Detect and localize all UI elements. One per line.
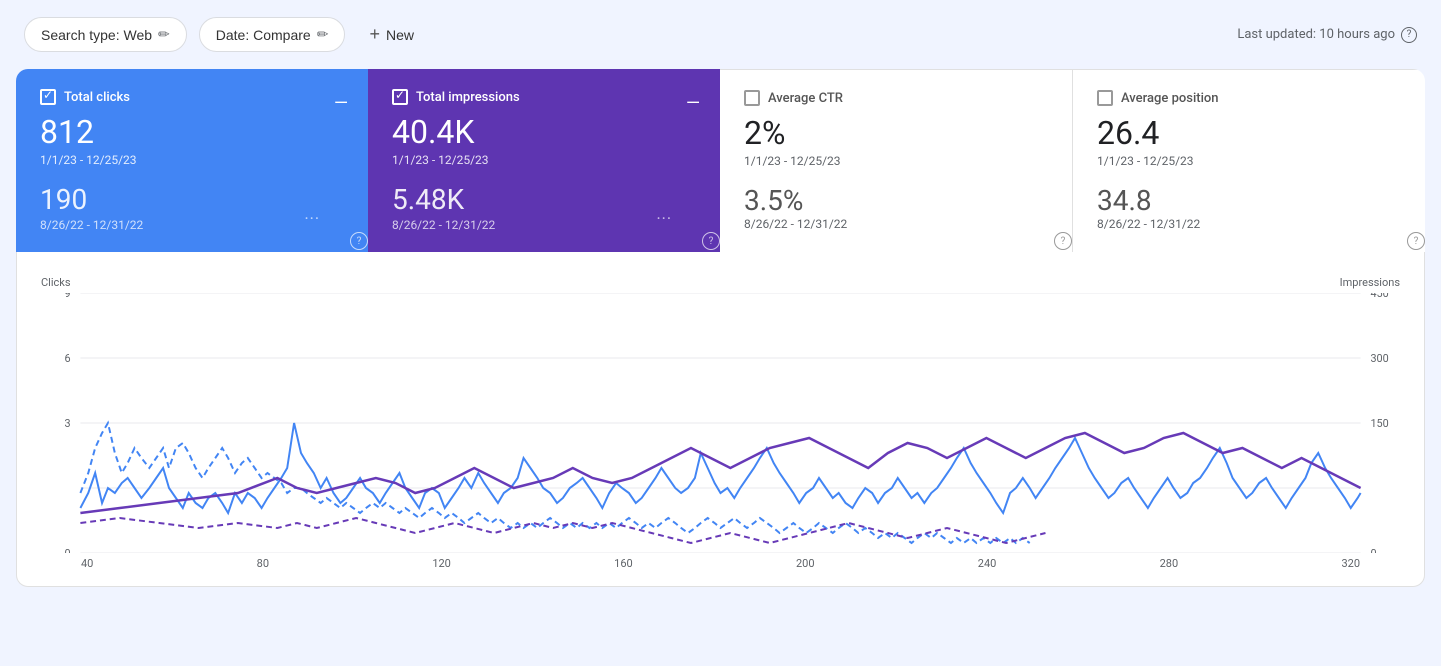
chart-area: 9 6 3 0 450 300 150 0 [41, 293, 1400, 553]
metric-dash-clicks[interactable]: — [334, 93, 348, 114]
last-updated-text: Last updated: 10 hours ago [1237, 27, 1395, 42]
svg-text:450: 450 [1370, 293, 1388, 300]
metric-value2-position: 34.8 [1097, 184, 1200, 217]
metric-date-clicks: 1/1/23 - 12/25/23 [40, 153, 344, 167]
metric-value-position: 26.4 [1097, 114, 1401, 152]
x-label-80: 80 [257, 557, 269, 570]
metric-date-position: 1/1/23 - 12/25/23 [1097, 154, 1401, 168]
svg-text:0: 0 [1370, 547, 1376, 553]
impressions-line-dashed [80, 518, 1045, 543]
x-axis-labels: 40 80 120 160 200 240 280 320 [41, 553, 1400, 570]
edit-icon: ✏ [317, 26, 329, 43]
metric-date2-position: 8/26/22 - 12/31/22 [1097, 217, 1200, 231]
checkbox-clicks[interactable] [40, 89, 56, 105]
x-label-320: 320 [1341, 557, 1360, 570]
new-button[interactable]: + New [357, 16, 426, 53]
metric-date2-ctr: 8/26/22 - 12/31/22 [744, 217, 847, 231]
svg-text:0: 0 [64, 547, 70, 553]
help-icon[interactable]: ? [1401, 27, 1417, 43]
x-label-120: 120 [432, 557, 451, 570]
chart-svg: 9 6 3 0 450 300 150 0 [41, 293, 1400, 553]
x-label-280: 280 [1160, 557, 1179, 570]
chart-container: Clicks Impressions 9 6 3 0 450 300 150 0 [16, 252, 1425, 587]
svg-text:300: 300 [1370, 352, 1388, 365]
metric-label-impressions: Total impressions [416, 90, 520, 105]
svg-text:9: 9 [64, 293, 70, 300]
metric-label-clicks: Total clicks [64, 90, 130, 105]
impressions-line-solid [80, 433, 1360, 513]
svg-text:150: 150 [1370, 417, 1388, 430]
metric-value2-ctr: 3.5% [744, 184, 847, 217]
metric-average-position[interactable]: Average position 26.4 1/1/23 - 12/25/23 … [1073, 69, 1425, 252]
metric-dots-impressions[interactable]: ··· [656, 209, 672, 228]
search-type-label: Search type: Web [41, 27, 152, 43]
metric-dash-impressions[interactable]: — [686, 93, 700, 114]
metric-label-position: Average position [1121, 91, 1219, 106]
last-updated: Last updated: 10 hours ago ? [1237, 27, 1417, 43]
checkbox-position[interactable] [1097, 90, 1113, 106]
metric-help-position[interactable]: ? [1407, 232, 1425, 250]
metric-total-clicks[interactable]: Total clicks — 812 1/1/23 - 12/25/23 190… [16, 69, 368, 252]
x-label-200: 200 [796, 557, 815, 570]
metric-date2-clicks: 8/26/22 - 12/31/22 [40, 218, 143, 232]
metric-total-impressions[interactable]: Total impressions — 40.4K 1/1/23 - 12/25… [368, 69, 720, 252]
svg-text:3: 3 [64, 417, 70, 430]
metric-label-ctr: Average CTR [768, 91, 843, 106]
x-label-160: 160 [614, 557, 633, 570]
new-label: New [386, 27, 414, 43]
metric-value-impressions: 40.4K [392, 113, 696, 151]
y-right-label: Impressions [1340, 276, 1400, 289]
metric-date-impressions: 1/1/23 - 12/25/23 [392, 153, 696, 167]
metric-dots-clicks[interactable]: ··· [304, 209, 320, 228]
metric-help-clicks[interactable]: ? [350, 232, 368, 250]
date-label: Date: Compare [216, 27, 311, 43]
x-label-40: 40 [81, 557, 93, 570]
date-filter[interactable]: Date: Compare ✏ [199, 17, 346, 52]
metrics-row: Total clicks — 812 1/1/23 - 12/25/23 190… [16, 69, 1425, 252]
metric-date2-impressions: 8/26/22 - 12/31/22 [392, 218, 495, 232]
top-bar: Search type: Web ✏ Date: Compare ✏ + New… [0, 0, 1441, 69]
metric-help-impressions[interactable]: ? [702, 232, 720, 250]
metric-value2-clicks: 190 [40, 183, 143, 216]
metric-value-ctr: 2% [744, 114, 1048, 152]
checkbox-ctr[interactable] [744, 90, 760, 106]
metric-date-ctr: 1/1/23 - 12/25/23 [744, 154, 1048, 168]
metric-average-ctr[interactable]: Average CTR 2% 1/1/23 - 12/25/23 3.5% 8/… [720, 69, 1073, 252]
metric-value-clicks: 812 [40, 113, 344, 151]
y-left-label: Clicks [41, 276, 71, 289]
plus-icon: + [369, 24, 380, 45]
x-label-240: 240 [978, 557, 997, 570]
metric-help-ctr[interactable]: ? [1054, 232, 1072, 250]
metric-value2-impressions: 5.48K [392, 183, 495, 216]
edit-icon: ✏ [158, 26, 170, 43]
search-type-filter[interactable]: Search type: Web ✏ [24, 17, 187, 52]
svg-text:6: 6 [64, 352, 70, 365]
checkbox-impressions[interactable] [392, 89, 408, 105]
